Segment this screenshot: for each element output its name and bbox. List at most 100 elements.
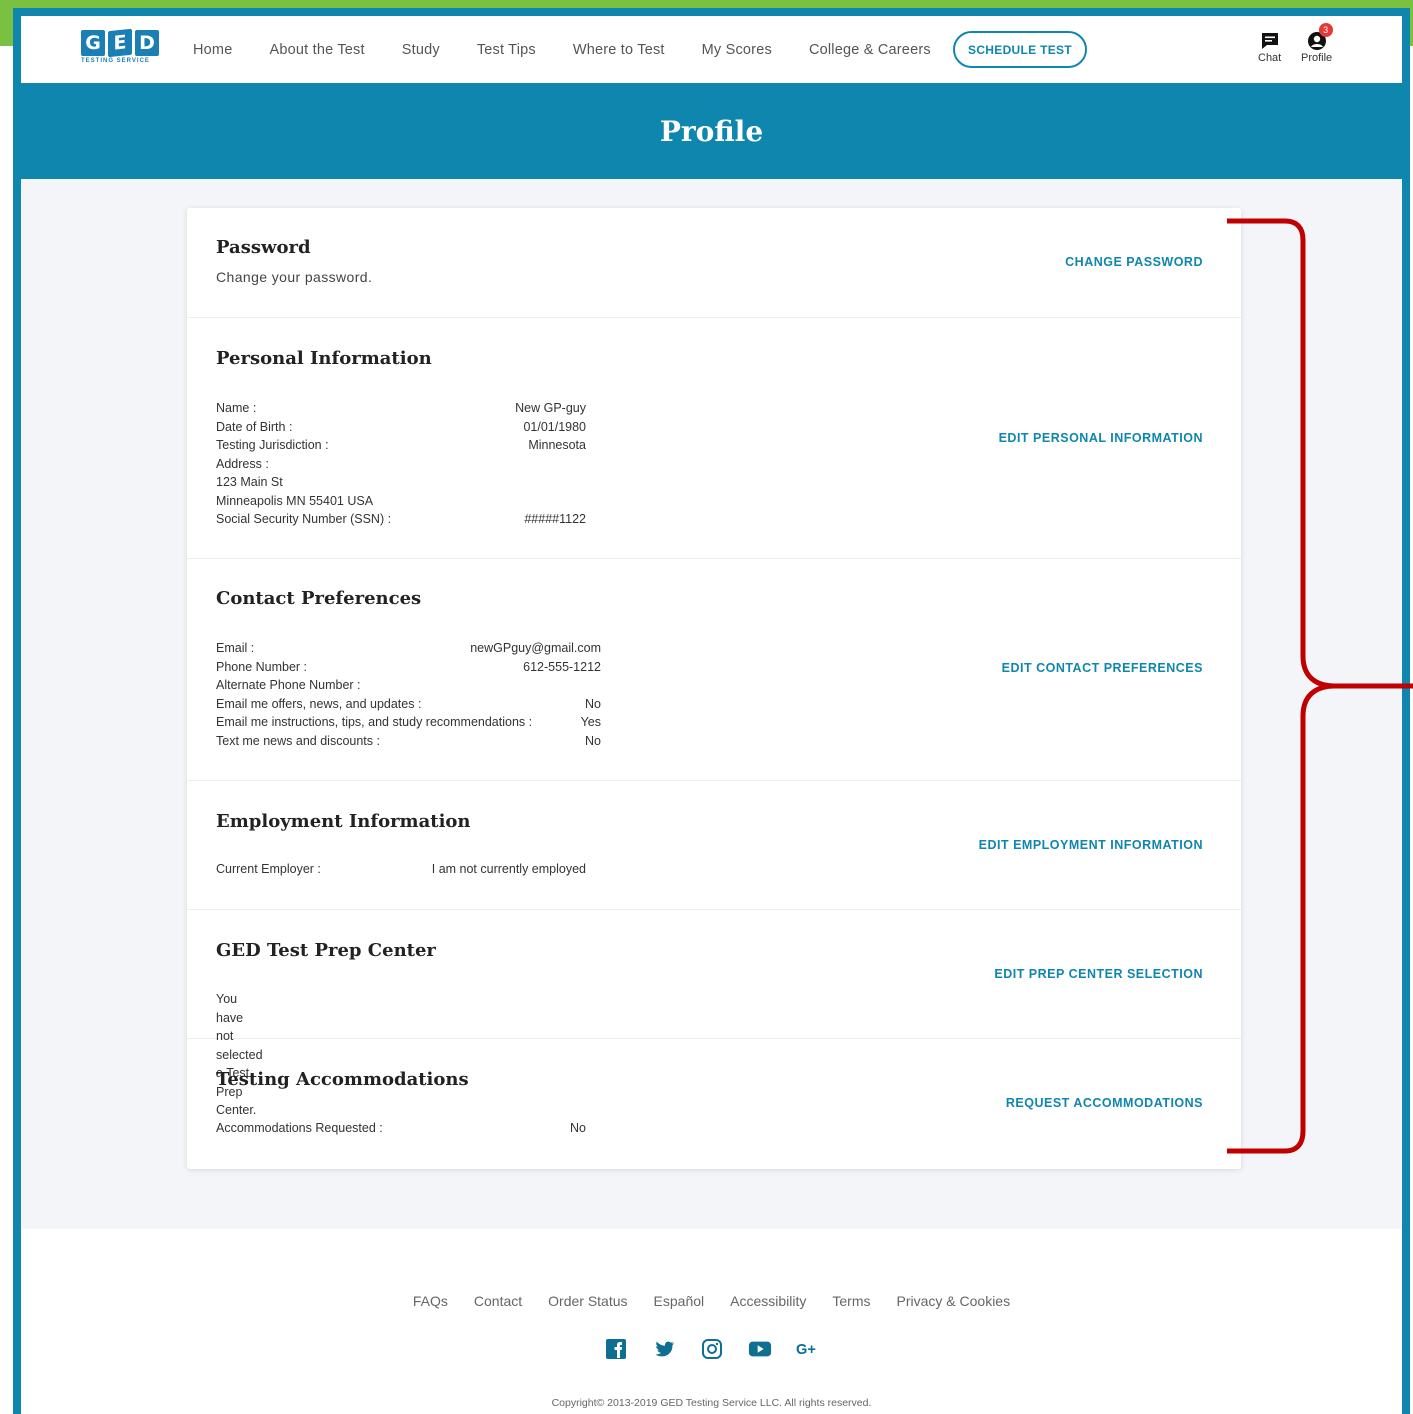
nav-link-study[interactable]: Study [402,42,440,58]
profile-card: Password Change your password. CHANGE PA… [187,208,1241,1169]
copyright-text: Copyright© 2013-2019 GED Testing Service… [551,1397,872,1409]
field-value: No [585,733,601,748]
footer-link-espanol[interactable]: Español [654,1293,705,1309]
field-value: New GP-guy [515,401,586,415]
edit-prep-center-link[interactable]: EDIT PREP CENTER SELECTION [994,967,1203,981]
list-item: Minneapolis MN 55401 USA [216,492,586,511]
profile-button[interactable]: 3 Profile [1301,23,1333,64]
list-item: Text me news and discounts : No [216,732,601,751]
profile-label: Profile [1301,52,1333,64]
nav-link-about[interactable]: About the Test [269,42,364,58]
field-label: Minneapolis MN 55401 USA [216,493,374,508]
footer-link-accessibility[interactable]: Accessibility [730,1293,806,1309]
footer-link-order-status[interactable]: Order Status [548,1293,627,1309]
field-value: I am not currently employed [431,862,586,876]
field-label: Phone Number : [216,659,308,674]
change-password-link[interactable]: CHANGE PASSWORD [1065,255,1203,269]
social-links: G+ [21,1337,1402,1361]
page-banner: Profile [21,83,1402,179]
field-value: No [585,696,601,711]
profile-icon: 3 [1306,23,1333,52]
field-label: Text me news and discounts : [216,733,380,748]
footer-link-privacy[interactable]: Privacy & Cookies [897,1293,1011,1309]
nav-link-where-to-test[interactable]: Where to Test [573,42,665,58]
list-item: Date of Birth : 01/01/1980 [216,418,586,437]
field-value: Minnesota [528,438,586,452]
nav-link-home[interactable]: Home [193,42,232,58]
personal-info-section: Personal Information EDIT PERSONAL INFOR… [187,318,1241,559]
logo-tile-d: D [135,30,159,56]
nav-link-college-careers[interactable]: College & Careers [809,42,931,58]
field-label: Accommodations Requested : [216,1121,383,1135]
field-label: Address : [216,456,269,471]
field-label: Alternate Phone Number : [216,678,361,692]
field-value: #####1122 [524,512,586,526]
svg-text:G+: G+ [796,1342,816,1358]
field-value: No [570,1121,586,1135]
edit-contact-prefs-link[interactable]: EDIT CONTACT PREFERENCES [1002,661,1203,675]
facebook-icon[interactable] [604,1337,628,1361]
logo-tile-g: G [81,30,105,56]
footer-link-terms[interactable]: Terms [832,1293,870,1309]
field-label: Social Security Number (SSN) : [216,512,392,526]
footer-link-faqs[interactable]: FAQs [413,1293,448,1309]
field-label: Email me offers, news, and updates : [216,696,422,711]
prep-center-heading: GED Test Prep Center [216,940,436,961]
field-label: Email : [216,641,255,655]
list-item: Testing Jurisdiction : Minnesota [216,436,586,455]
field-label: Name : [216,401,257,415]
edit-employment-link[interactable]: EDIT EMPLOYMENT INFORMATION [979,838,1203,852]
password-description: Change your password. [216,269,373,285]
instagram-icon[interactable] [700,1337,724,1361]
google-plus-icon[interactable]: G+ [796,1337,820,1361]
request-accommodations-link[interactable]: REQUEST ACCOMMODATIONS [1006,1096,1203,1110]
nav-links: Home About the Test Study Test Tips Wher… [193,16,968,83]
field-value: newGPguy@gmail.com [470,641,601,655]
list-item: Current Employer : I am not currently emp… [216,860,586,879]
footer-links: FAQs Contact Order Status Español Access… [21,1293,1402,1309]
accommodations-section: Testing Accommodations REQUEST ACCOMMODA… [187,1039,1241,1169]
page-title: Profile [659,114,764,148]
password-section: Password Change your password. CHANGE PA… [187,208,1241,318]
green-left-border [0,0,14,46]
footer: FAQs Contact Order Status Español Access… [21,1229,1402,1414]
logo-subtitle: TESTING SERVICE [81,58,150,64]
list-item: Email me instructions, tips, and study r… [216,713,601,732]
chat-icon [1259,30,1281,52]
field-label: 123 Main St [216,475,283,489]
accommodations-heading: Testing Accommodations [216,1069,469,1090]
field-label: Date of Birth : [216,419,293,434]
youtube-icon[interactable] [748,1337,772,1361]
personal-info-heading: Personal Information [216,348,432,369]
password-heading: Password [216,237,311,258]
nav-link-test-tips[interactable]: Test Tips [477,42,536,58]
personal-info-list: Name : New GP-guy Date of Birth : 01/01/19… [216,399,586,529]
schedule-test-button[interactable]: SCHEDULE TEST [953,31,1087,68]
nav-link-my-scores[interactable]: My Scores [702,42,772,58]
list-item: Address : [216,455,586,474]
contact-prefs-section: Contact Preferences EDIT CONTACT PREFERE… [187,559,1241,781]
twitter-icon[interactable] [652,1337,676,1361]
field-value: Yes [580,715,601,729]
contact-prefs-list: Email : newGPguy@gmail.com Phone Number :… [216,639,601,750]
field-value: 612-555-1212 [523,659,601,674]
list-item: 123 Main St [216,473,586,492]
top-nav: G E D TESTING SERVICE Home About the Tes… [21,16,1402,83]
field-label: Email me instructions, tips, and study r… [216,715,533,729]
list-item: Alternate Phone Number : [216,676,601,695]
notification-badge: 3 [1318,23,1333,37]
footer-link-contact[interactable]: Contact [474,1293,522,1309]
list-item: Phone Number : 612-555-1212 [216,658,601,677]
list-item: Accommodations Requested : No [216,1119,586,1138]
chat-button[interactable]: Chat [1258,30,1281,64]
logo-tile-e: E [108,28,132,58]
field-value: 01/01/1980 [523,419,586,434]
edit-personal-info-link[interactable]: EDIT PERSONAL INFORMATION [999,431,1203,445]
employment-heading: Employment Information [216,811,471,832]
prep-center-section: GED Test Prep Center EDIT PREP CENTER SE… [187,910,1241,1117]
chat-label: Chat [1258,52,1282,64]
field-label: Testing Jurisdiction : [216,438,329,452]
list-item: Name : New GP-guy [216,399,586,418]
employment-section: Employment Information EDIT EMPLOYMENT I… [187,781,1241,910]
ged-logo[interactable]: G E D TESTING SERVICE [81,28,163,74]
